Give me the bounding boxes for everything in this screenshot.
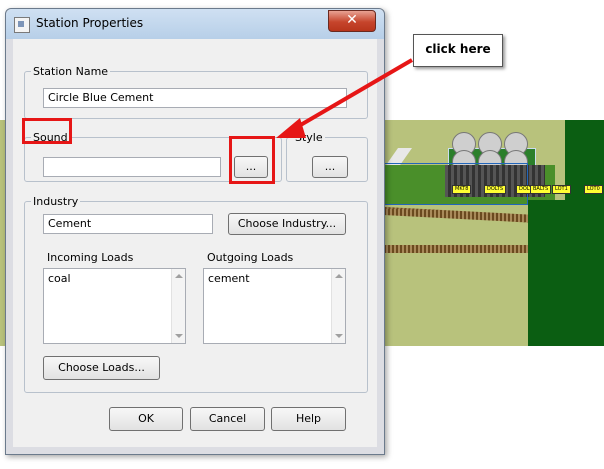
browse-highlight-box (229, 136, 275, 184)
dialog-body: Station Name Circle Blue Cement Sound ..… (13, 39, 377, 447)
track-label: LOT1 (552, 185, 571, 194)
station-name-input[interactable]: Circle Blue Cement (43, 88, 347, 108)
cancel-button[interactable]: Cancel (190, 407, 265, 431)
scroll-down-icon[interactable] (335, 334, 343, 338)
industry-legend: Industry (33, 195, 79, 208)
click-here-callout: click here (413, 34, 503, 67)
track-label: DOLTS (484, 185, 507, 194)
help-button[interactable]: Help (271, 407, 346, 431)
scrollbar[interactable] (171, 269, 185, 343)
style-browse-button[interactable]: ... (312, 156, 348, 178)
outgoing-loads-list[interactable]: cement (203, 268, 346, 344)
dialog-title: Station Properties (36, 16, 144, 30)
close-button[interactable]: ✕ (328, 10, 376, 32)
track-label: MKT8 (452, 185, 472, 194)
choose-loads-button[interactable]: Choose Loads... (43, 356, 160, 380)
incoming-loads-list[interactable]: coal (43, 268, 186, 344)
window-icon (14, 17, 30, 33)
scroll-up-icon[interactable] (175, 274, 183, 278)
station-name-legend: Station Name (33, 65, 109, 78)
outgoing-loads-label: Outgoing Loads (207, 251, 294, 264)
incoming-loads-label: Incoming Loads (47, 251, 134, 264)
ok-button[interactable]: OK (109, 407, 183, 431)
sound-highlight-box (22, 118, 72, 144)
title-bar[interactable]: Station Properties ✕ (6, 9, 384, 39)
green-area (528, 200, 568, 346)
selection-outline (382, 163, 528, 205)
green-area (565, 120, 604, 346)
industry-input[interactable]: Cement (43, 214, 213, 234)
list-item[interactable]: coal (48, 272, 71, 285)
sound-input[interactable] (43, 157, 221, 177)
scroll-up-icon[interactable] (335, 274, 343, 278)
scroll-down-icon[interactable] (175, 334, 183, 338)
choose-industry-button[interactable]: Choose Industry... (228, 213, 346, 235)
track-label: BALTS (530, 185, 552, 194)
scrollbar[interactable] (331, 269, 345, 343)
style-legend: Style (295, 131, 323, 144)
track-label: LOT0 (584, 185, 603, 194)
list-item[interactable]: cement (208, 272, 250, 285)
station-properties-dialog: Station Properties ✕ Station Name Circle… (5, 8, 385, 455)
